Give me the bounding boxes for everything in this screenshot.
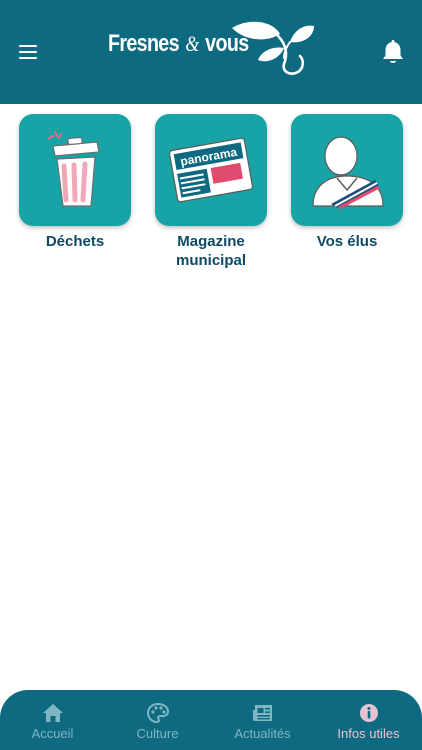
magazine-icon: panorama [168,137,254,203]
nav-label-infos-utiles: Infos utiles [337,726,400,741]
trash-bin-icon [48,131,100,207]
tile-elus[interactable]: Vos élus [291,114,403,251]
app-logo: Fresnes & vous [106,20,318,80]
newspaper-icon [252,705,272,721]
app-header: Fresnes & vous [0,0,422,104]
menu-icon-bar-bottom [19,57,37,59]
tile-dechets[interactable]: Déchets [19,114,131,251]
tile-label-elus: Vos élus [316,233,378,250]
nav-item-culture[interactable]: Culture [105,690,210,750]
menu-button[interactable] [17,40,41,64]
bell-icon [383,40,403,63]
nav-label-culture: Culture [136,726,179,741]
nav-item-actualites[interactable]: Actualités [210,690,315,750]
logo-ampersand: & [185,31,199,56]
app-screen: Fresnes & vous Déchets panorama Magazine… [0,0,422,750]
tile-card-elus [291,114,403,226]
elected-official-icon [312,136,384,210]
tile-card-magazine: panorama [155,114,267,226]
nav-label-actualites: Actualités [234,726,291,741]
nav-item-accueil[interactable]: Accueil [0,690,105,750]
logo-text-fresnes: Fresnes [108,30,180,57]
nav-item-infos-utiles[interactable]: Infos utiles [316,690,421,750]
home-icon [42,704,63,722]
tile-magazine[interactable]: panorama Magazine municipal [155,114,267,270]
tile-label-dechets: Déchets [45,233,105,250]
info-icon [359,704,378,722]
notifications-button[interactable] [380,39,406,67]
bottom-navigation: Accueil Culture Actualités Infos utiles [0,690,422,750]
nav-label-accueil: Accueil [31,726,74,741]
menu-icon-bar-top [19,45,37,47]
tile-label-magazine: Magazine municipal [175,233,246,269]
palette-icon [146,702,169,724]
tile-card-dechets [19,114,131,226]
menu-icon-bar-middle [19,51,37,53]
leaf-logo-icon [232,21,314,75]
